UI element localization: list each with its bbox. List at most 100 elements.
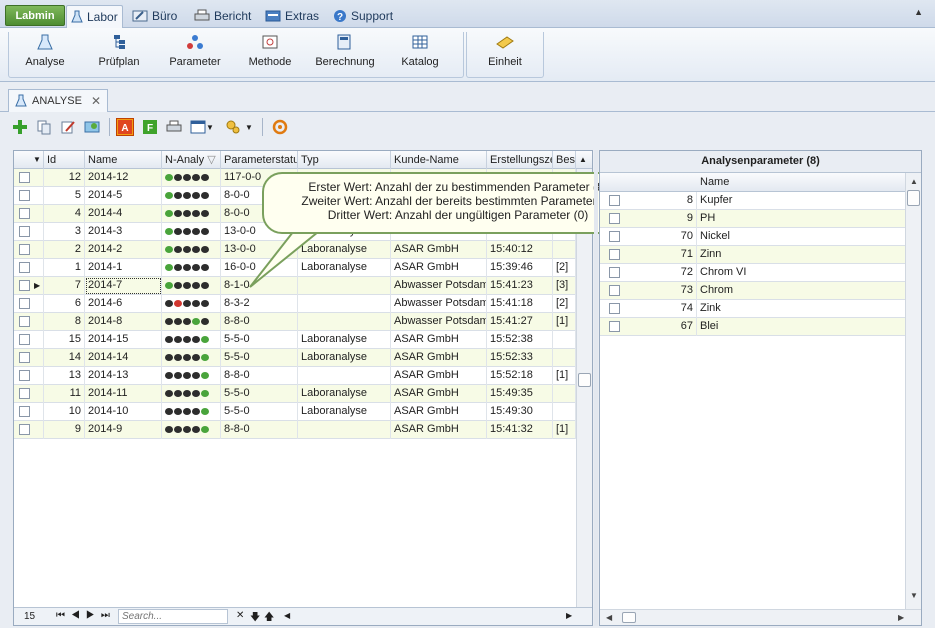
cell-besc[interactable]: [1] bbox=[553, 421, 576, 439]
chevron-down-icon[interactable]: ▼ bbox=[244, 118, 254, 136]
parameters-vertical-scrollbar[interactable]: ▲ ▼ bbox=[905, 173, 921, 609]
cell-status[interactable]: 5-5-0 bbox=[221, 349, 298, 367]
cell-name[interactable]: 2014-13 bbox=[85, 367, 162, 385]
row-checkbox[interactable] bbox=[609, 249, 620, 260]
parameter-row[interactable]: 72 Chrom VI bbox=[600, 264, 905, 282]
row-checkbox[interactable] bbox=[19, 424, 30, 435]
parameter-row[interactable]: 67 Blei bbox=[600, 318, 905, 336]
cell-zeit[interactable]: 15:41:18 bbox=[487, 295, 553, 313]
cell-id[interactable]: 7 bbox=[44, 277, 85, 295]
cell-zeit[interactable]: 15:52:33 bbox=[487, 349, 553, 367]
cell-name[interactable]: 2014-1 bbox=[85, 259, 162, 277]
row-checkbox[interactable] bbox=[19, 316, 30, 327]
scrollbar-thumb[interactable] bbox=[907, 190, 920, 206]
col-header-kunde-name[interactable]: Kunde-Name bbox=[391, 151, 487, 169]
row-checkbox[interactable] bbox=[609, 321, 620, 332]
cell-name[interactable]: PH bbox=[697, 210, 905, 228]
cell-id[interactable]: 67 bbox=[634, 318, 697, 336]
cell-kunde[interactable]: ASAR GmbH bbox=[391, 241, 487, 259]
cell-kunde[interactable]: ASAR GmbH bbox=[391, 259, 487, 277]
cell-dots[interactable] bbox=[162, 421, 221, 439]
add-icon[interactable] bbox=[11, 118, 29, 136]
tab-labor[interactable]: Labor bbox=[66, 5, 123, 28]
scroll-left-icon[interactable]: ◀ bbox=[284, 611, 290, 620]
scroll-left-icon[interactable]: ◀ bbox=[606, 613, 612, 622]
cell-besc[interactable] bbox=[553, 385, 576, 403]
parameter-row[interactable]: 73 Chrom bbox=[600, 282, 905, 300]
row-checkbox[interactable] bbox=[609, 213, 620, 224]
grid-vertical-scrollbar[interactable] bbox=[576, 169, 592, 609]
cell-id[interactable]: 70 bbox=[634, 228, 697, 246]
cell-name[interactable]: 2014-15 bbox=[85, 331, 162, 349]
cell-zeit[interactable]: 15:52:18 bbox=[487, 367, 553, 385]
row-checkbox[interactable] bbox=[19, 334, 30, 345]
row-checkbox[interactable] bbox=[19, 208, 30, 219]
cell-besc[interactable]: [1] bbox=[553, 313, 576, 331]
cell-zeit[interactable]: 15:40:12 bbox=[487, 241, 553, 259]
table-row[interactable]: 9 2014-9 8-8-0 ASAR GmbH 15:41:32 [1] bbox=[14, 421, 592, 439]
cell-name[interactable]: Blei bbox=[697, 318, 905, 336]
cell-typ[interactable]: Laboranalyse bbox=[298, 331, 391, 349]
table-row[interactable]: 15 2014-15 5-5-0 Laboranalyse ASAR GmbH 15:52… bbox=[14, 331, 592, 349]
cell-name[interactable]: 2014-7 bbox=[85, 277, 162, 295]
cell-name[interactable]: Chrom bbox=[697, 282, 905, 300]
cell-name[interactable]: Nickel bbox=[697, 228, 905, 246]
row-checkbox[interactable] bbox=[19, 406, 30, 417]
cell-typ[interactable] bbox=[298, 313, 391, 331]
cell-typ[interactable]: Laboranalyse bbox=[298, 403, 391, 421]
refresh-icon[interactable] bbox=[271, 118, 289, 136]
cell-dots[interactable] bbox=[162, 367, 221, 385]
row-checkbox[interactable] bbox=[19, 226, 30, 237]
cell-kunde[interactable]: ASAR GmbH bbox=[391, 349, 487, 367]
cell-id[interactable]: 74 bbox=[634, 300, 697, 318]
tab-buero[interactable]: Büro bbox=[128, 5, 181, 27]
cell-id[interactable]: 11 bbox=[44, 385, 85, 403]
cell-kunde[interactable]: Abwasser Potsdam bbox=[391, 295, 487, 313]
row-checkbox[interactable] bbox=[19, 262, 30, 273]
cell-dots[interactable] bbox=[162, 385, 221, 403]
scroll-right-icon[interactable]: ▶ bbox=[566, 611, 572, 620]
cell-typ[interactable] bbox=[298, 295, 391, 313]
table-row[interactable]: 13 2014-13 8-8-0 ASAR GmbH 15:52:18 [1] bbox=[14, 367, 592, 385]
cell-id[interactable]: 9 bbox=[634, 210, 697, 228]
ribbon-berechnung-button[interactable]: Berechnung bbox=[310, 34, 380, 68]
ribbon-analyse-button[interactable]: Analyse bbox=[10, 34, 80, 68]
row-checkbox[interactable] bbox=[609, 195, 620, 206]
cell-besc[interactable]: [2] bbox=[553, 259, 576, 277]
cell-name[interactable]: Chrom VI bbox=[697, 264, 905, 282]
copy-icon[interactable] bbox=[35, 118, 53, 136]
cell-dots[interactable] bbox=[162, 313, 221, 331]
cell-name[interactable]: Zink bbox=[697, 300, 905, 318]
chevron-down-icon[interactable]: ▼ bbox=[205, 118, 215, 136]
cell-name[interactable]: Kupfer bbox=[697, 192, 905, 210]
cell-name[interactable]: 2014-9 bbox=[85, 421, 162, 439]
collapse-ribbon-icon[interactable]: ▲ bbox=[914, 7, 923, 17]
cell-id[interactable]: 15 bbox=[44, 331, 85, 349]
cell-dots[interactable] bbox=[162, 259, 221, 277]
cell-dots[interactable] bbox=[162, 331, 221, 349]
cell-kunde[interactable]: ASAR GmbH bbox=[391, 367, 487, 385]
cell-kunde[interactable]: ASAR GmbH bbox=[391, 403, 487, 421]
scroll-down-icon[interactable]: ▼ bbox=[910, 591, 918, 600]
close-icon[interactable]: ✕ bbox=[91, 94, 101, 108]
cell-id[interactable]: 5 bbox=[44, 187, 85, 205]
cell-typ[interactable]: Laboranalyse bbox=[298, 349, 391, 367]
cell-name[interactable]: 2014-12 bbox=[85, 169, 162, 187]
cell-zeit[interactable]: 15:49:30 bbox=[487, 403, 553, 421]
scrollbar-thumb[interactable] bbox=[622, 612, 636, 623]
cell-id[interactable]: 2 bbox=[44, 241, 85, 259]
cell-id[interactable]: 6 bbox=[44, 295, 85, 313]
ribbon-methode-button[interactable]: Methode bbox=[235, 34, 305, 68]
cell-status[interactable]: 8-8-0 bbox=[221, 313, 298, 331]
table-row[interactable]: 11 2014-11 5-5-0 Laboranalyse ASAR GmbH 15:49… bbox=[14, 385, 592, 403]
row-checkbox[interactable] bbox=[19, 190, 30, 201]
table-row[interactable]: 8 2014-8 8-8-0 Abwasser Potsdam 15:41:27 [1] bbox=[14, 313, 592, 331]
col-header-beschreibung[interactable]: Besc bbox=[553, 151, 576, 169]
record-navigator[interactable]: ⏮◀▶⏭ bbox=[56, 610, 116, 621]
col-header-name[interactable]: Name bbox=[697, 173, 897, 191]
cell-status[interactable]: 5-5-0 bbox=[221, 331, 298, 349]
cell-besc[interactable]: [3] bbox=[553, 277, 576, 295]
parameter-row[interactable]: 8 Kupfer bbox=[600, 192, 905, 210]
row-checkbox[interactable] bbox=[19, 244, 30, 255]
pane-splitter[interactable] bbox=[594, 150, 598, 626]
